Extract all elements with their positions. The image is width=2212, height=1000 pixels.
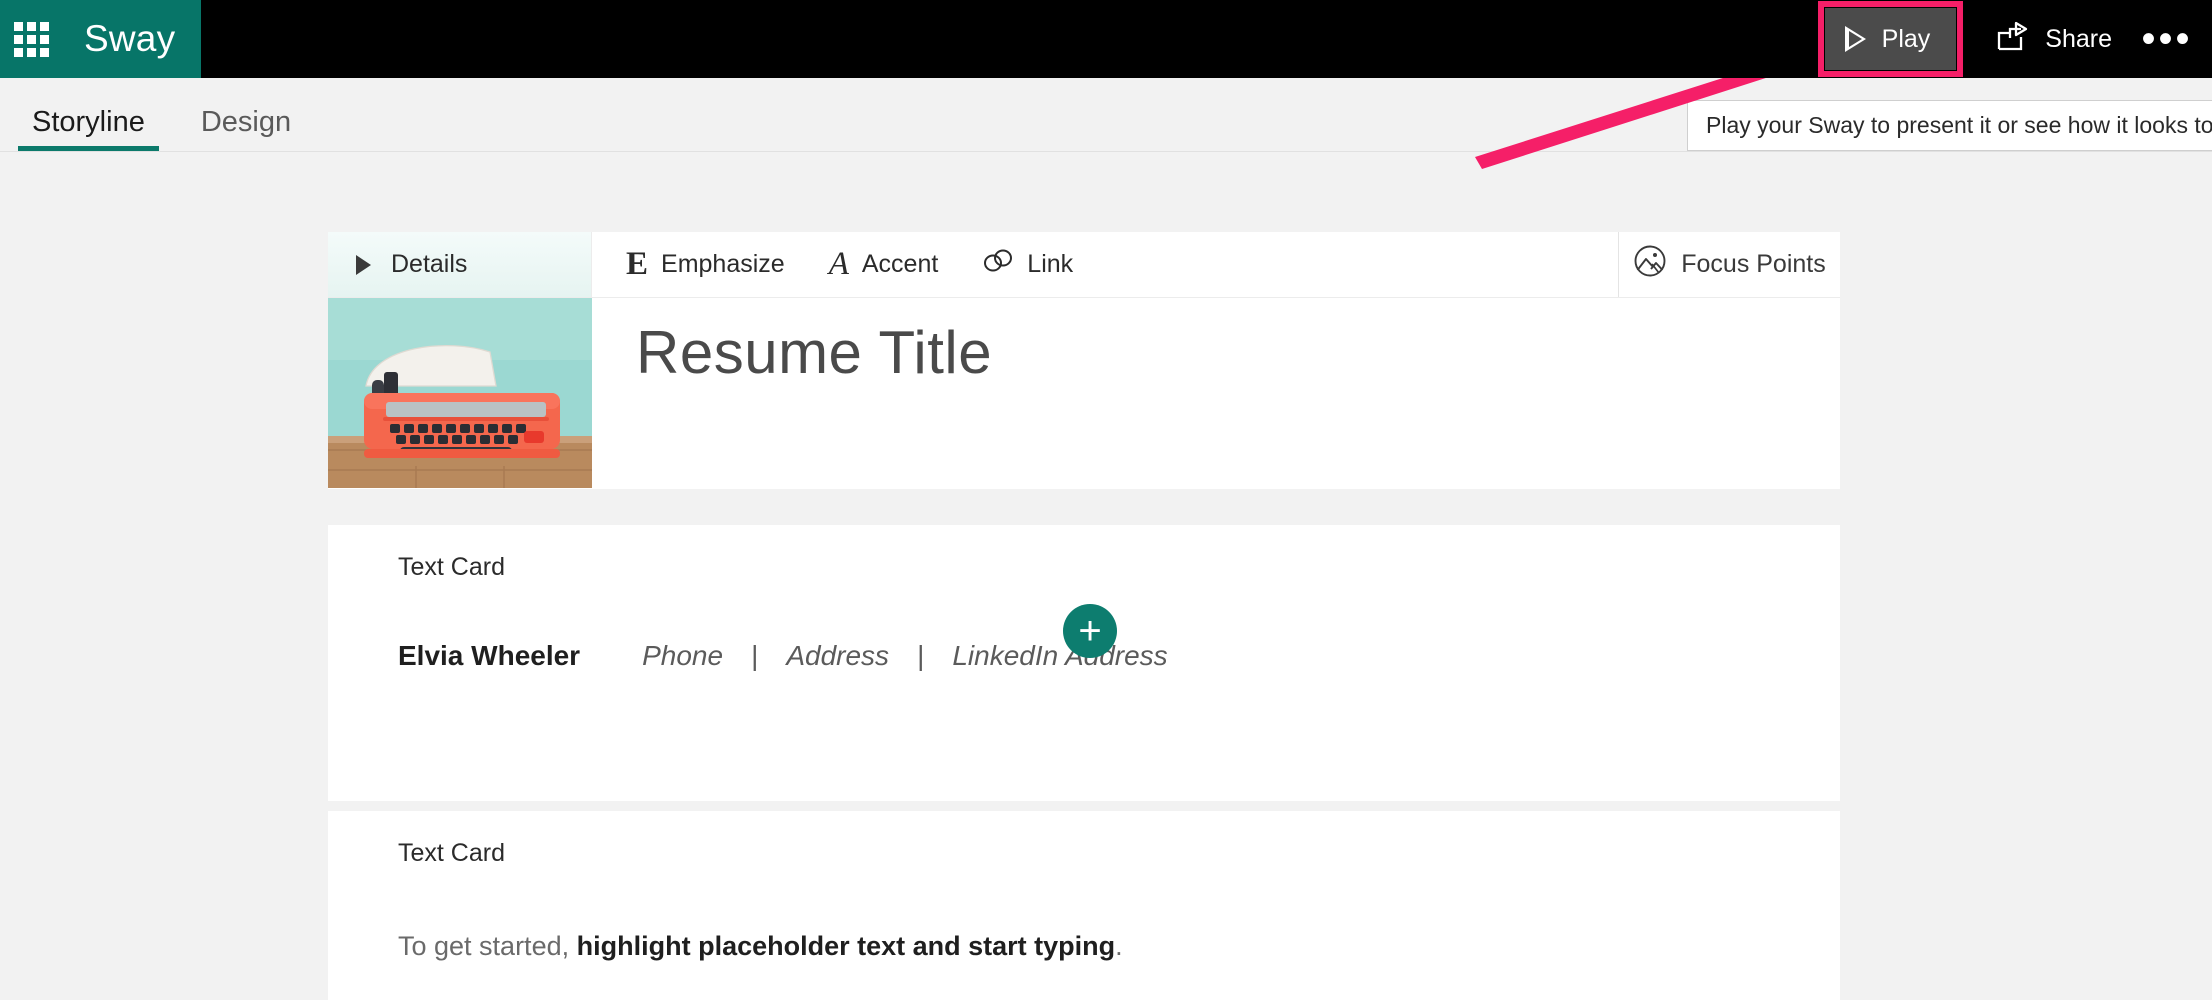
details-label: Details <box>391 250 468 278</box>
play-button-label: Play <box>1881 24 1931 53</box>
tab-storyline-label: Storyline <box>32 106 145 138</box>
contact-name: Elvia Wheeler <box>398 640 581 671</box>
share-button-label: Share <box>2045 24 2112 53</box>
para1-bold: highlight placeholder text and start typ… <box>576 931 1116 961</box>
title-text-wrap: Resume Title <box>592 298 1840 488</box>
play-triangle-icon <box>1844 26 1866 52</box>
storyline-canvas: Details E Emphasize A Accent Link Focus … <box>0 152 2212 1000</box>
more-options-button[interactable]: ••• <box>2130 8 2204 70</box>
details-toggle[interactable]: Details <box>328 232 592 297</box>
tab-design[interactable]: Design <box>177 108 315 151</box>
focus-points-photo-icon <box>1633 244 1667 285</box>
focus-points-label: Focus Points <box>1681 250 1826 278</box>
contact-linkedin: LinkedIn Address <box>952 640 1168 671</box>
share-arrow-icon <box>1996 21 2030 58</box>
accent-a-icon: A <box>828 246 849 282</box>
contact-phone: Phone <box>642 640 724 671</box>
accent-label: Accent <box>861 250 939 278</box>
text-card-instructions-content[interactable]: To get started, highlight placeholder te… <box>328 868 1840 1000</box>
title-card-toolbar: Details E Emphasize A Accent Link Focus … <box>328 232 1840 298</box>
play-button-tooltip: Play your Sway to present it or see how … <box>1687 100 2212 151</box>
app-launcher-waffle-icon <box>13 21 49 57</box>
para1-lead: To get started, <box>398 931 577 961</box>
instruction-paragraph-2: To change an image, on the top menu bar,… <box>398 995 1840 1000</box>
text-card-label: Text Card <box>398 553 505 581</box>
ellipsis-icon: ••• <box>2141 17 2193 61</box>
contact-address: Address <box>786 640 890 671</box>
link-button[interactable]: Link <box>982 248 1073 281</box>
tooltip-text: Play your Sway to present it or see how … <box>1706 112 2212 138</box>
contact-separator-1: | <box>751 640 759 671</box>
link-chain-icon <box>982 248 1014 281</box>
text-card-instructions: Text Card To get started, highlight plac… <box>328 811 1840 1000</box>
emphasize-label: Emphasize <box>661 250 785 278</box>
contact-row: Elvia Wheeler Phone | Address | LinkedIn… <box>398 640 1840 672</box>
caret-right-icon <box>356 254 371 275</box>
emphasize-button[interactable]: E Emphasize <box>626 248 785 281</box>
emphasize-e-icon: E <box>626 246 649 282</box>
typewriter-image[interactable] <box>328 298 592 488</box>
focus-points-button[interactable]: Focus Points <box>1618 232 1840 297</box>
brand-label: Sway <box>84 18 176 59</box>
title-card: Details E Emphasize A Accent Link Focus … <box>328 232 1840 489</box>
title-card-body: Resume Title <box>328 298 1840 488</box>
app-bar-spacer <box>201 0 1824 78</box>
share-button[interactable]: Share <box>1978 8 2130 70</box>
accent-button[interactable]: A Accent <box>829 248 939 281</box>
text-card-label: Text Card <box>398 839 505 867</box>
instruction-paragraph-1: To get started, highlight placeholder te… <box>398 926 1840 967</box>
brand-sway[interactable]: Sway <box>62 0 202 78</box>
para1-tail: . <box>1115 931 1123 961</box>
app-launcher-button[interactable] <box>0 0 62 78</box>
app-bar: Sway Play Share ••• <box>0 0 2212 78</box>
tab-storyline[interactable]: Storyline <box>8 108 169 151</box>
text-card-contact: Text Card Elvia Wheeler Phone | Address … <box>328 525 1840 801</box>
play-button[interactable]: Play <box>1817 1 1963 77</box>
tab-design-label: Design <box>200 106 292 138</box>
link-label: Link <box>1027 250 1074 278</box>
add-card-button[interactable]: + <box>1063 604 1117 658</box>
contact-separator-2: | <box>917 640 925 671</box>
app-bar-actions: Play Share ••• <box>1817 0 2212 78</box>
formatting-tools: E Emphasize A Accent Link <box>592 232 1618 297</box>
page-title[interactable]: Resume Title <box>636 320 992 386</box>
